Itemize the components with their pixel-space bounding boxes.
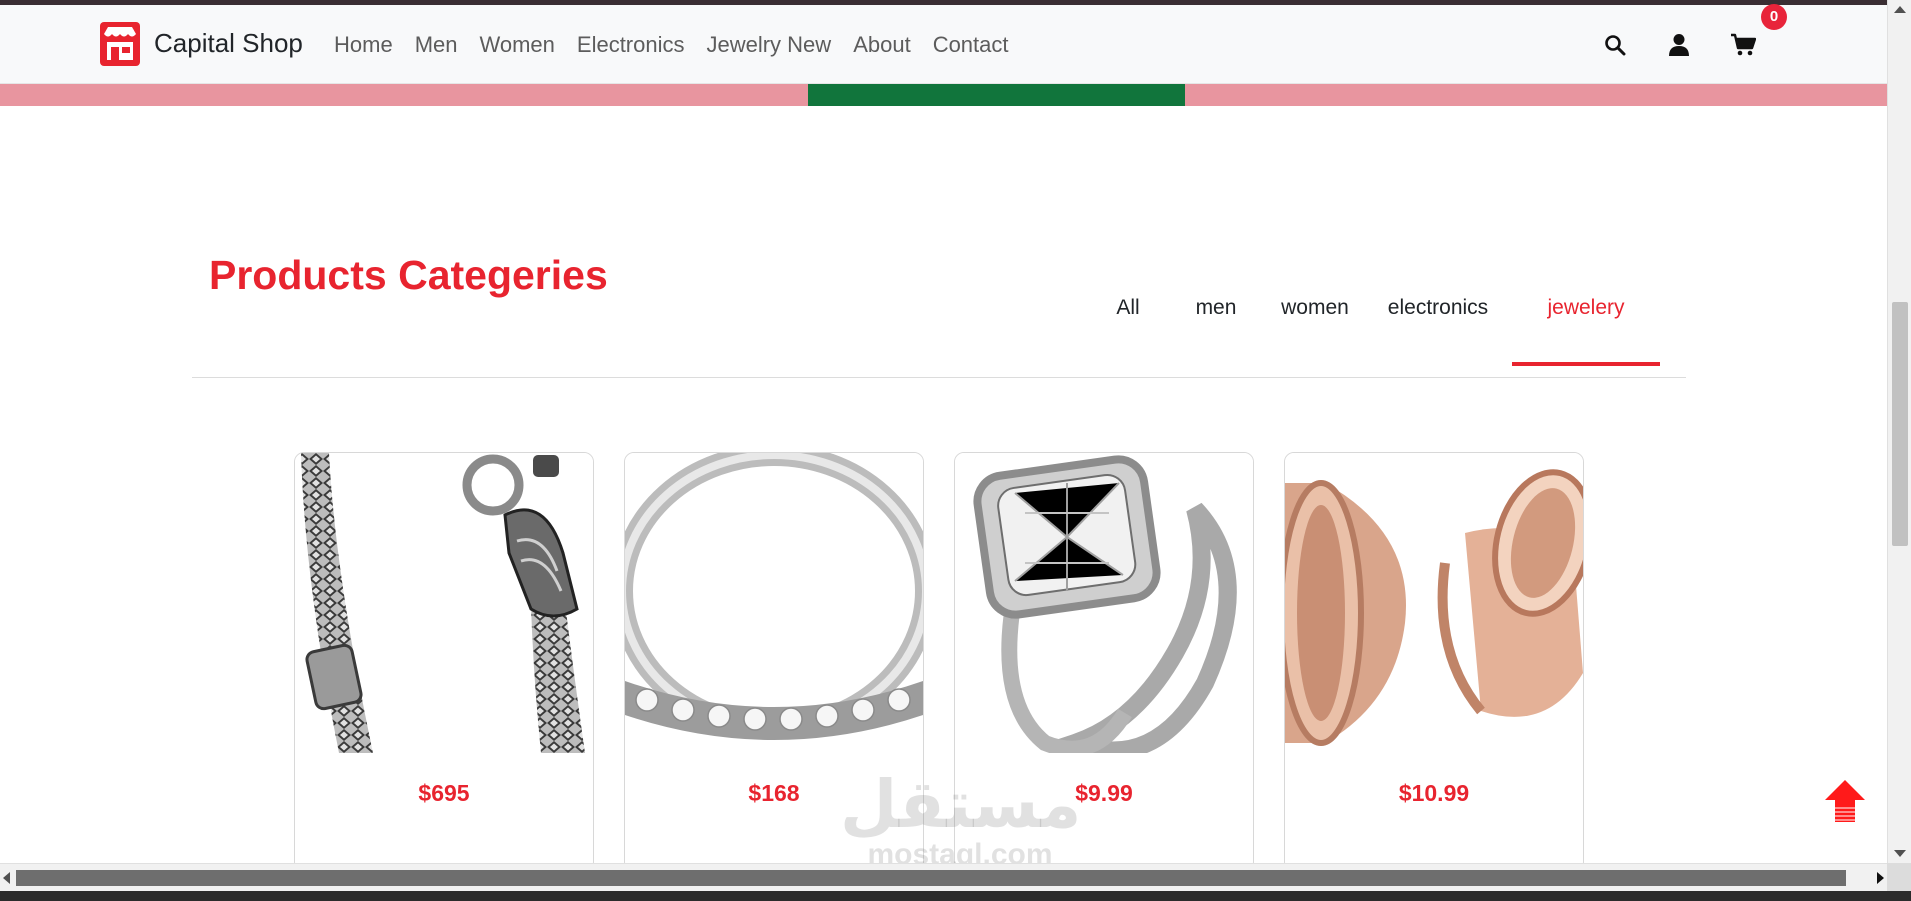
window-bottom-bar: [0, 891, 1911, 901]
product-card[interactable]: $168: [624, 452, 924, 872]
tab-all[interactable]: All: [1090, 290, 1166, 366]
product-card[interactable]: $9.99: [954, 452, 1254, 872]
shop-logo-icon[interactable]: [100, 20, 140, 66]
nav-links: Home Men Women Electronics Jewelry New A…: [334, 5, 1009, 84]
horizontal-scrollbar[interactable]: [0, 863, 1887, 891]
vertical-scrollbar[interactable]: [1887, 0, 1911, 863]
brand[interactable]: Capital Shop: [100, 20, 303, 66]
nav-link-about[interactable]: About: [853, 32, 911, 58]
search-icon[interactable]: [1601, 31, 1629, 59]
product-image-bracelet[interactable]: [295, 453, 593, 753]
cart-count-badge: 0: [1761, 3, 1787, 30]
brand-name[interactable]: Capital Shop: [154, 28, 303, 59]
browser-viewport: Capital Shop Home Men Women Electronics …: [0, 0, 1911, 901]
user-icon[interactable]: [1665, 31, 1693, 59]
nav-link-jewelry-new[interactable]: Jewelry New: [706, 32, 831, 58]
cart-icon[interactable]: 0: [1729, 3, 1787, 59]
tab-jewelery[interactable]: jewelery: [1512, 290, 1660, 366]
section-title: Products Categeries: [209, 252, 608, 298]
product-price: $168: [748, 779, 800, 806]
product-price: $10.99: [1398, 779, 1470, 806]
product-grid: $695 $168 $9.99 $10.99: [294, 452, 1584, 872]
product-image-band-ring[interactable]: [625, 453, 923, 753]
section-divider: [192, 377, 1686, 378]
hero-banner-remnant: [0, 84, 1887, 106]
scroll-down-icon[interactable]: [1894, 850, 1906, 857]
product-image-tunnel-plugs[interactable]: [1285, 453, 1583, 753]
horizontal-scroll-thumb[interactable]: [16, 870, 1846, 886]
category-tabs: All men women electronics jewelery: [1090, 290, 1660, 366]
product-card[interactable]: $695: [294, 452, 594, 872]
nav-icons: 0: [1601, 3, 1787, 84]
nav-link-men[interactable]: Men: [415, 32, 458, 58]
product-image-engagement-ring[interactable]: [955, 453, 1253, 753]
nav-link-women[interactable]: Women: [479, 32, 554, 58]
scrollbar-corner: [1887, 863, 1911, 891]
back-to-top-button[interactable]: [1823, 778, 1867, 824]
product-price: $695: [418, 779, 470, 806]
nav-link-electronics[interactable]: Electronics: [577, 32, 685, 58]
nav-link-contact[interactable]: Contact: [933, 32, 1009, 58]
scroll-right-icon[interactable]: [1877, 872, 1884, 884]
scroll-left-icon[interactable]: [3, 872, 10, 884]
product-price: $9.99: [1075, 779, 1133, 806]
nav-link-home[interactable]: Home: [334, 32, 393, 58]
tab-men[interactable]: men: [1166, 290, 1266, 366]
arrow-up-icon[interactable]: [1823, 778, 1867, 824]
hero-banner-green-area: [808, 84, 1185, 106]
tab-electronics[interactable]: electronics: [1364, 290, 1512, 366]
product-card[interactable]: $10.99: [1284, 452, 1584, 872]
vertical-scroll-thumb[interactable]: [1892, 302, 1908, 546]
navbar: Capital Shop Home Men Women Electronics …: [0, 3, 1887, 84]
tab-women[interactable]: women: [1266, 290, 1364, 366]
scroll-up-icon[interactable]: [1894, 6, 1906, 13]
